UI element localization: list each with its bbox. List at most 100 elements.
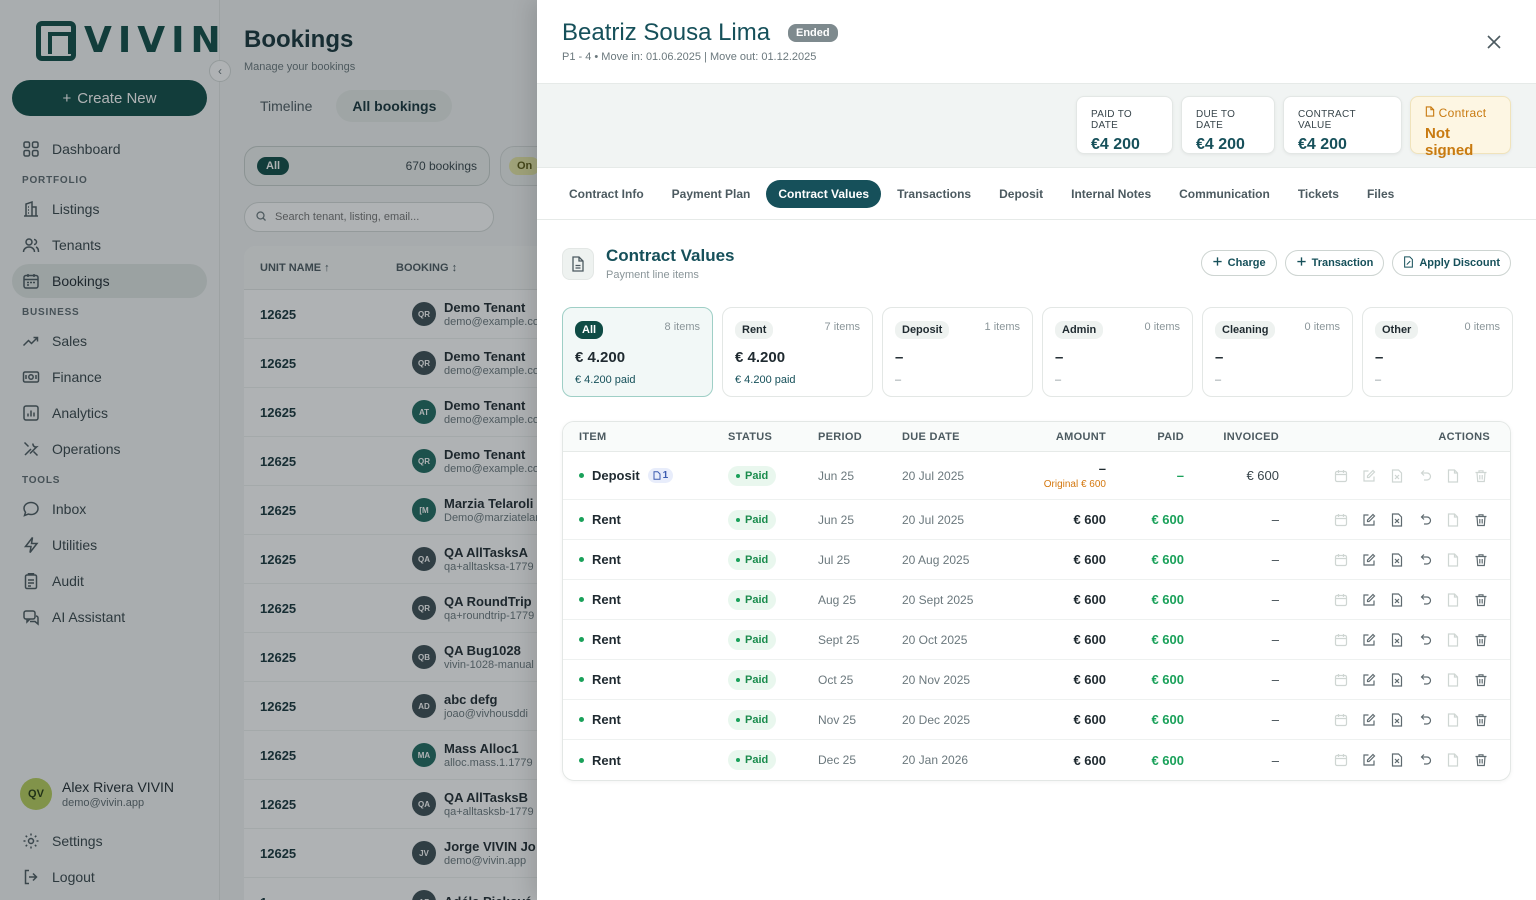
calendar-icon[interactable]: [1332, 511, 1350, 529]
calendar-icon[interactable]: [1332, 591, 1350, 609]
calendar-icon[interactable]: [1332, 751, 1350, 769]
file-icon[interactable]: [1444, 631, 1462, 649]
edit-icon[interactable]: [1360, 467, 1378, 485]
category-amount: –: [1375, 349, 1384, 366]
trash-icon[interactable]: [1472, 631, 1490, 649]
plus-icon: [1296, 256, 1307, 270]
file-icon[interactable]: [1444, 467, 1462, 485]
section-subtitle: Payment line items: [606, 269, 699, 281]
trash-icon[interactable]: [1472, 551, 1490, 569]
transaction-button[interactable]: Transaction: [1284, 250, 1385, 276]
tab-payment-plan[interactable]: Payment Plan: [660, 180, 763, 208]
tab-communication[interactable]: Communication: [1167, 180, 1282, 208]
paid-amount: € 600: [1151, 712, 1184, 727]
invoice-icon[interactable]: [1388, 711, 1406, 729]
undo-icon[interactable]: [1416, 551, 1434, 569]
edit-icon[interactable]: [1360, 751, 1378, 769]
category-card-admin[interactable]: Admin 0 items – –: [1042, 307, 1193, 397]
charge-button[interactable]: Charge: [1200, 250, 1277, 276]
invoice-icon[interactable]: [1388, 551, 1406, 569]
amount: € 600: [1012, 672, 1106, 687]
drawer-backdrop[interactable]: [0, 0, 537, 900]
category-card-cleaning[interactable]: Cleaning 0 items – –: [1202, 307, 1353, 397]
file-icon[interactable]: [1444, 551, 1462, 569]
item-name: Rent: [592, 592, 621, 607]
invoice-icon[interactable]: [1388, 591, 1406, 609]
file-icon[interactable]: [1444, 511, 1462, 529]
edit-icon[interactable]: [1360, 671, 1378, 689]
edit-icon[interactable]: [1360, 511, 1378, 529]
trash-icon[interactable]: [1472, 591, 1490, 609]
edit-icon[interactable]: [1360, 711, 1378, 729]
category-name: Admin: [1055, 321, 1104, 339]
status-dot: [579, 757, 584, 763]
trash-icon[interactable]: [1472, 751, 1490, 769]
edit-icon[interactable]: [1360, 591, 1378, 609]
category-card-other[interactable]: Other 0 items – –: [1362, 307, 1513, 397]
undo-icon[interactable]: [1416, 711, 1434, 729]
stat-label: CONTRACT VALUE: [1298, 109, 1356, 131]
trash-icon[interactable]: [1472, 511, 1490, 529]
invoice-icon[interactable]: [1388, 467, 1406, 485]
file-icon[interactable]: [1444, 711, 1462, 729]
invoiced-amount: –: [1271, 672, 1279, 687]
period: Jun 25: [818, 512, 855, 527]
apply-discount-button[interactable]: Apply Discount: [1392, 250, 1511, 276]
invoice-icon[interactable]: [1388, 631, 1406, 649]
amount-value: € 600: [1073, 512, 1106, 527]
tab-contract-values[interactable]: Contract Values: [766, 179, 882, 208]
undo-icon[interactable]: [1416, 671, 1434, 689]
stat-contract-status[interactable]: Contract Not signed: [1410, 96, 1511, 159]
amount-value: € 600: [1073, 672, 1106, 687]
category-card-all[interactable]: All 8 items € 4.200 € 4.200 paid: [562, 307, 713, 397]
calendar-icon[interactable]: [1332, 671, 1350, 689]
undo-icon[interactable]: [1416, 751, 1434, 769]
edit-icon[interactable]: [1360, 551, 1378, 569]
file-icon[interactable]: [1444, 751, 1462, 769]
paid-amount: € 600: [1151, 632, 1184, 647]
tab-deposit[interactable]: Deposit: [987, 180, 1055, 208]
invoice-icon[interactable]: [1388, 511, 1406, 529]
undo-icon[interactable]: [1416, 631, 1434, 649]
status-badge: Paid: [728, 549, 777, 570]
tab-contract-info[interactable]: Contract Info: [557, 180, 656, 208]
trash-icon[interactable]: [1472, 711, 1490, 729]
invoice-icon[interactable]: [1388, 671, 1406, 689]
category-paid: € 4.200 paid: [575, 374, 636, 386]
file-icon[interactable]: [1444, 671, 1462, 689]
amount-value: € 600: [1073, 632, 1106, 647]
calendar-icon[interactable]: [1332, 551, 1350, 569]
category-paid: –: [895, 374, 902, 386]
category-amount: –: [1055, 349, 1064, 366]
invoice-icon[interactable]: [1388, 751, 1406, 769]
category-card-rent[interactable]: Rent 7 items € 4.200 € 4.200 paid: [722, 307, 873, 397]
close-drawer-button[interactable]: [1482, 30, 1506, 54]
tab-transactions[interactable]: Transactions: [885, 180, 983, 208]
status-dot: [579, 473, 584, 478]
undo-icon[interactable]: [1416, 591, 1434, 609]
category-count: 8 items: [664, 321, 700, 333]
invoiced-amount: –: [1271, 592, 1279, 607]
period: Sept 25: [818, 632, 860, 647]
row-actions: [1279, 591, 1510, 609]
edit-icon[interactable]: [1360, 631, 1378, 649]
category-count: 1 items: [984, 321, 1020, 333]
trash-icon[interactable]: [1472, 467, 1490, 485]
trash-icon[interactable]: [1472, 671, 1490, 689]
calendar-icon[interactable]: [1332, 711, 1350, 729]
undo-icon[interactable]: [1416, 467, 1434, 485]
undo-icon[interactable]: [1416, 511, 1434, 529]
paid-amount: € 600: [1151, 552, 1184, 567]
category-card-deposit[interactable]: Deposit 1 items – –: [882, 307, 1033, 397]
category-name: Rent: [735, 321, 774, 339]
contract-label: Contract: [1438, 106, 1487, 120]
tab-internal-notes[interactable]: Internal Notes: [1059, 180, 1163, 208]
tab-files[interactable]: Files: [1355, 180, 1406, 208]
document-count-badge[interactable]: 1: [647, 468, 674, 483]
calendar-icon[interactable]: [1332, 631, 1350, 649]
file-icon[interactable]: [1444, 591, 1462, 609]
status-dot: [579, 677, 584, 682]
calendar-icon[interactable]: [1332, 467, 1350, 485]
drawer-header: Beatriz Sousa Lima Ended P1 - 4 • Move i…: [537, 0, 1536, 84]
tab-tickets[interactable]: Tickets: [1286, 180, 1351, 208]
